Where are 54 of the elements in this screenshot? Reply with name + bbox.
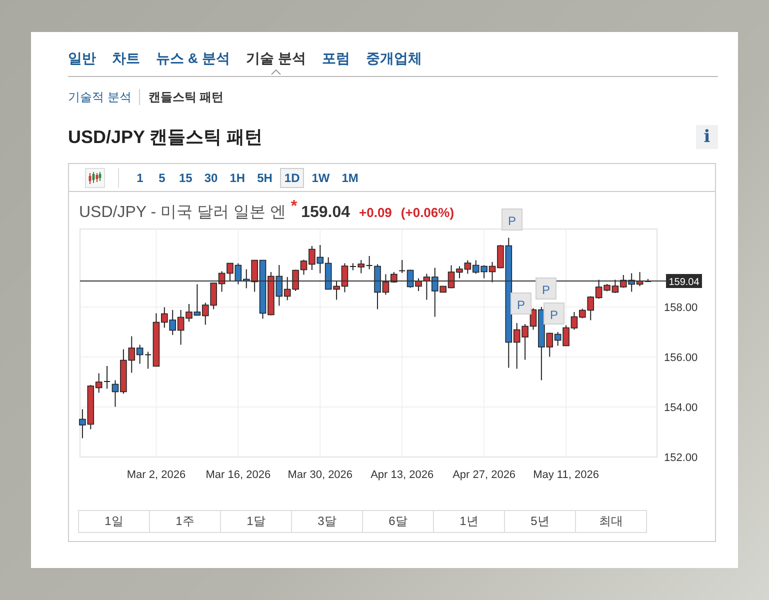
interval-button[interactable]: 5 bbox=[153, 168, 171, 188]
y-axis-label: 154.00 bbox=[664, 402, 698, 414]
instrument-name: USD/JPY - 미국 달러 일본 엔 bbox=[79, 203, 286, 223]
info-button[interactable]: i bbox=[696, 125, 718, 149]
caret-icon bbox=[270, 69, 281, 75]
live-marker: * bbox=[290, 198, 298, 216]
y-axis-label: 158.00 bbox=[664, 302, 698, 314]
price-change: +0.09 bbox=[359, 205, 392, 220]
candlestick-icon bbox=[88, 170, 102, 184]
ref-line-label: 159.04 bbox=[668, 277, 700, 288]
range-button[interactable]: 1일 bbox=[78, 510, 150, 533]
x-axis-label: Mar 30, 2026 bbox=[288, 469, 353, 481]
interval-button[interactable]: 1W bbox=[308, 168, 334, 188]
subnav-link[interactable]: 기술적 분석 bbox=[68, 88, 132, 106]
candlestick bbox=[399, 260, 406, 274]
x-axis-label: Apr 27, 2026 bbox=[452, 469, 516, 481]
nav-tab[interactable]: 중개업체 bbox=[366, 49, 422, 68]
x-axis-label: Apr 13, 2026 bbox=[370, 469, 434, 481]
price-label: 159.04 bbox=[666, 274, 702, 288]
candlestick-type-button[interactable] bbox=[85, 168, 105, 188]
pattern-marker[interactable]: P bbox=[502, 208, 522, 230]
y-axis-label: 152.00 bbox=[664, 452, 698, 464]
pattern-marker[interactable]: P bbox=[510, 292, 532, 314]
interval-button[interactable]: 5H bbox=[253, 168, 276, 188]
percent-change: (+0.06%) bbox=[400, 205, 454, 220]
candlestick bbox=[145, 351, 152, 370]
candlestick bbox=[366, 256, 372, 270]
range-button[interactable]: 6달 bbox=[363, 510, 434, 533]
x-axis-label: Mar 2, 2026 bbox=[126, 469, 186, 481]
range-button[interactable]: 5년 bbox=[505, 510, 576, 533]
interval-button[interactable]: 15 bbox=[175, 168, 196, 188]
y-axis-label: 156.00 bbox=[664, 352, 698, 364]
range-button[interactable]: 3달 bbox=[292, 510, 363, 533]
nav-tab[interactable]: 기술 분석 bbox=[246, 49, 306, 68]
nav-tab[interactable]: 뉴스 & 분석 bbox=[156, 49, 230, 68]
nav-tab[interactable]: 일반 bbox=[68, 49, 96, 68]
range-button[interactable]: 1년 bbox=[434, 510, 505, 533]
interval-button[interactable]: 1H bbox=[226, 168, 250, 188]
interval-button[interactable]: 1M bbox=[338, 168, 362, 188]
interval-button[interactable]: 1D bbox=[280, 168, 304, 188]
range-button[interactable]: 최대 bbox=[576, 510, 647, 533]
nav-tab[interactable]: 차트 bbox=[112, 49, 140, 68]
x-axis-label: May 11, 2026 bbox=[533, 469, 599, 481]
page-title: USD/JPY 캔들스틱 패턴 bbox=[68, 126, 263, 149]
pattern-marker[interactable]: P bbox=[544, 302, 564, 324]
nav-tab[interactable]: 포럼 bbox=[322, 49, 350, 68]
x-axis-label: Mar 16, 2026 bbox=[206, 469, 271, 481]
interval-button[interactable]: 1 bbox=[131, 168, 149, 188]
current-price: 159.04 bbox=[301, 204, 350, 222]
range-button[interactable]: 1달 bbox=[221, 510, 292, 533]
range-button[interactable]: 1주 bbox=[150, 510, 221, 533]
pattern-marker[interactable]: P bbox=[536, 278, 556, 300]
interval-button[interactable]: 30 bbox=[200, 168, 222, 188]
subnav-link[interactable]: 캔들스틱 패턴 bbox=[148, 88, 224, 106]
